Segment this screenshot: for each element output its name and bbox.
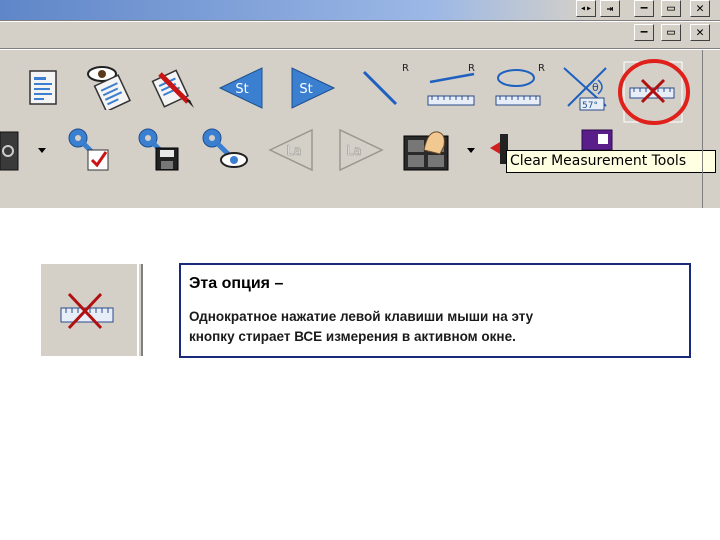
close-button[interactable]: ✕ [690, 0, 710, 17]
divider [0, 49, 720, 50]
chevron-down-icon[interactable] [466, 146, 478, 156]
toolbar-screenshot: ◂▸ ⇥ − ▭ ✕ − ▭ ✕ St St R R R θ 57° La La… [0, 0, 720, 208]
doc-minimize-button[interactable]: − [634, 24, 654, 41]
panel-body-line: кнопку стирает ВСЕ измерения в активном … [189, 329, 516, 344]
arrow-right-la-icon: La [339, 128, 384, 172]
panel-title: Эта опция – [189, 275, 284, 292]
horizontal-line-measure-icon[interactable]: R [424, 60, 480, 110]
angle-measure-icon[interactable]: θ 57° [558, 62, 616, 114]
arrow-left-st-icon[interactable]: St [216, 66, 268, 110]
pen-edit-icon[interactable] [150, 66, 200, 110]
minimize-button[interactable]: − [634, 0, 654, 17]
panel-body: Однократное нажатие левой клавиши мыши н… [189, 307, 681, 347]
ellipse-measure-icon[interactable]: R [490, 60, 548, 110]
st-label: St [299, 82, 312, 97]
theta-label: θ [592, 81, 599, 94]
clear-measurement-button-enlarged [41, 264, 137, 356]
r-badge: R [468, 63, 475, 74]
arrow-right-st-icon[interactable]: St [286, 66, 338, 110]
key-eye-icon[interactable] [196, 124, 252, 174]
clear-measurement-icon[interactable] [616, 56, 692, 128]
hand-grid-icon[interactable] [402, 126, 456, 172]
restore-small-icon[interactable]: ◂▸ [576, 0, 596, 17]
r-badge: R [402, 63, 409, 74]
tooltip: Clear Measurement Tools [506, 150, 716, 173]
angle-readout: 57° [582, 101, 598, 111]
panel-body-line: Однократное нажатие левой клавиши мыши н… [189, 309, 534, 324]
key-check-icon[interactable] [62, 124, 114, 174]
divider [0, 21, 720, 22]
toolbar-edge [702, 50, 703, 208]
maximize-button[interactable]: ▭ [661, 0, 681, 17]
r-badge: R [538, 63, 545, 74]
gear-icon[interactable] [0, 130, 20, 172]
button-edge [137, 264, 143, 356]
clear-measurement-icon [60, 292, 114, 330]
eye-document-icon[interactable] [85, 62, 137, 110]
line-measure-icon[interactable]: R [356, 60, 414, 110]
description-panel: Эта опция – Однократное нажатие левой кл… [179, 263, 691, 358]
exit-icon[interactable]: ⇥ [600, 0, 620, 17]
la-label: La [286, 144, 301, 159]
report-icon[interactable] [26, 68, 62, 108]
doc-close-button[interactable]: ✕ [690, 24, 710, 41]
chevron-down-icon[interactable] [37, 146, 49, 156]
st-label: St [235, 82, 248, 97]
la-label: La [346, 144, 361, 159]
doc-maximize-button[interactable]: ▭ [661, 24, 681, 41]
arrow-left-la-icon: La [268, 128, 313, 172]
purple-tool-icon[interactable] [580, 128, 614, 152]
key-save-icon[interactable] [132, 124, 184, 174]
